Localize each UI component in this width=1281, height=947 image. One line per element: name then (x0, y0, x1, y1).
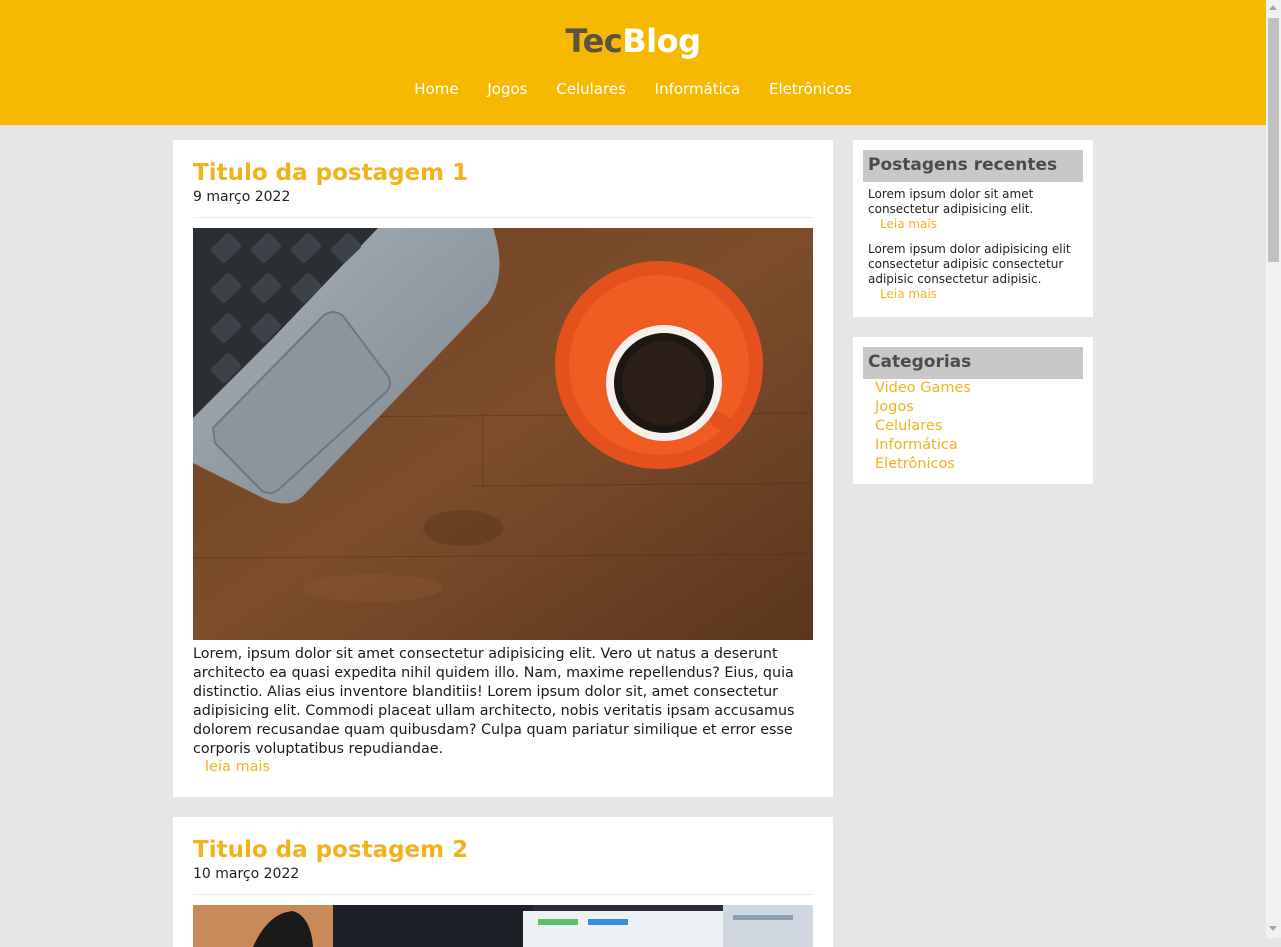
main-nav: Home Jogos Celulares Informática Eletrôn… (0, 80, 1266, 98)
nav-link-jogos[interactable]: Jogos (487, 80, 527, 98)
recent-post-read-more[interactable]: Leia mais (880, 287, 937, 301)
recent-post-read-more[interactable]: Leia mais (880, 217, 937, 231)
category-link-eletronicos[interactable]: Eletrônicos (875, 455, 971, 474)
recent-post-text: Lorem ipsum dolor adipisicing elit conse… (868, 242, 1071, 286)
category-link-celulares[interactable]: Celulares (875, 417, 971, 436)
widget-heading: Postagens recentes (868, 155, 1058, 175)
post-divider (193, 217, 813, 218)
logo-part-tec: Tec (565, 22, 623, 60)
nav-link-celulares[interactable]: Celulares (556, 80, 626, 98)
post-divider (193, 894, 813, 895)
post-image-desktop-screen (193, 905, 813, 947)
recent-post-text: Lorem ipsum dolor sit amet consectetur a… (868, 187, 1034, 216)
category-link-informatica[interactable]: Informática (875, 436, 971, 455)
category-link-video-games[interactable]: Video Games (875, 379, 971, 398)
scroll-down-arrow-icon[interactable] (1269, 926, 1277, 931)
scrollbar-thumb[interactable] (1268, 18, 1279, 262)
read-more-link[interactable]: leia mais (205, 759, 270, 775)
nav-link-home[interactable]: Home (414, 80, 458, 98)
post-date: 9 março 2022 (193, 189, 291, 205)
logo-part-blog: Blog (622, 22, 701, 60)
site-logo[interactable]: TecBlog (0, 22, 1266, 60)
nav-link-eletronicos[interactable]: Eletrônicos (769, 80, 852, 98)
post-title[interactable]: Titulo da postagem 1 (193, 160, 468, 186)
post-excerpt: Lorem, ipsum dolor sit amet consectetur … (193, 646, 795, 757)
recent-posts-widget: Postagens recentes Lorem ipsum dolor sit… (853, 140, 1093, 317)
widget-heading-bar: Postagens recentes (863, 150, 1083, 182)
post-title[interactable]: Titulo da postagem 2 (193, 837, 468, 863)
post-image-laptop-coffee (193, 228, 813, 640)
post-date: 10 março 2022 (193, 866, 300, 882)
post-card: Titulo da postagem 1 9 março 2022 Lorem,… (173, 140, 833, 797)
widget-heading: Categorias (868, 352, 972, 372)
post-card: Titulo da postagem 2 10 março 2022 (173, 817, 833, 947)
categories-widget: Categorias Video Games Jogos Celulares I… (853, 337, 1093, 484)
category-list: Video Games Jogos Celulares Informática … (875, 379, 971, 474)
scroll-up-arrow-icon[interactable] (1269, 5, 1277, 10)
widget-heading-bar: Categorias (863, 347, 1083, 379)
page-scrollbar[interactable] (1266, 0, 1281, 938)
nav-link-informatica[interactable]: Informática (655, 80, 741, 98)
category-link-jogos[interactable]: Jogos (875, 398, 971, 417)
site-header: TecBlog Home Jogos Celulares Informática… (0, 0, 1266, 125)
